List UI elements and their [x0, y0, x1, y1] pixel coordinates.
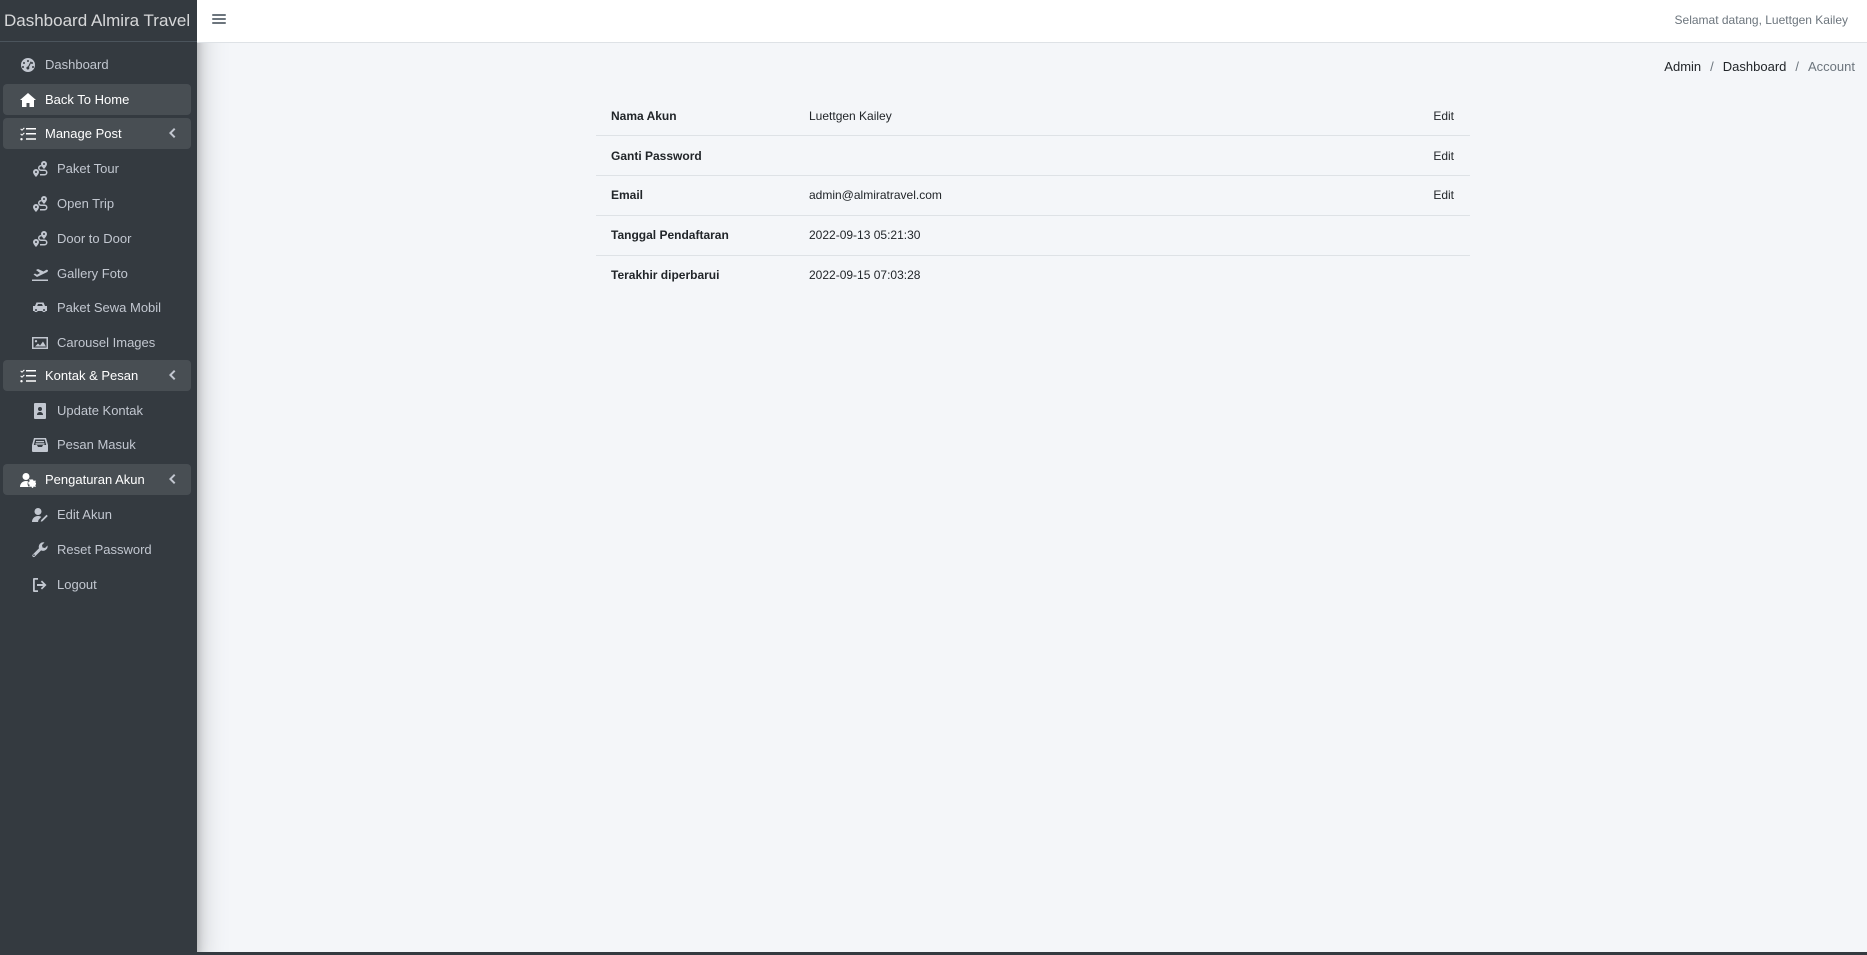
sidebar-item-label: Carousel Images [57, 335, 156, 350]
inbox-icon [30, 435, 50, 455]
table-row: Ganti Password Edit [596, 135, 1470, 177]
chevron-left-icon [165, 368, 179, 382]
row-action-empty [1350, 215, 1470, 256]
sidebar-item-update-kontak[interactable]: Update Kontak [3, 395, 191, 426]
brand-title[interactable]: Dashboard Almira Travel [0, 0, 197, 42]
sidebar-item-label: Pesan Masuk [57, 437, 136, 452]
sidebar-item-reset-password[interactable]: Reset Password [3, 534, 191, 565]
sidebar-item-label: Paket Sewa Mobil [57, 300, 162, 315]
top-navbar: Selamat datang, Luettgen Kailey [197, 0, 1867, 43]
table-row: Terakhir diperbarui 2022-09-15 07:03:28 [596, 255, 1470, 295]
breadcrumb-admin[interactable]: Admin [1664, 59, 1701, 74]
home-icon [18, 90, 38, 110]
row-label: Email [596, 175, 809, 216]
user-edit-icon [30, 505, 50, 525]
row-value: 2022-09-15 07:03:28 [809, 268, 921, 283]
table-row: Email admin@almiratravel.com Edit [596, 175, 1470, 216]
sidebar-item-label: Reset Password [57, 542, 152, 557]
car-icon [30, 298, 50, 318]
table-row: Nama Akun Luettgen Kailey Edit [596, 96, 1470, 137]
sidebar-item-label: Edit Akun [57, 507, 112, 522]
chevron-left-icon [165, 472, 179, 486]
sidebar: Dashboard Almira Travel Dashboard Back T… [0, 0, 197, 952]
user-cog-icon [18, 470, 38, 490]
sidebar-item-label: Pengaturan Akun [45, 472, 145, 487]
image-icon [30, 333, 50, 353]
sidebar-item-door-to-door[interactable]: Door to Door [3, 223, 191, 254]
sidebar-item-label: Gallery Foto [57, 266, 128, 281]
edit-email-link[interactable]: Edit [1433, 188, 1454, 202]
breadcrumb-dashboard[interactable]: Dashboard [1723, 59, 1787, 74]
sidebar-item-label: Back To Home [45, 92, 130, 107]
sidebar-item-logout[interactable]: Logout [3, 569, 191, 600]
sidebar-item-gallery-foto[interactable]: Gallery Foto [3, 258, 191, 289]
row-action-empty [1350, 255, 1470, 295]
breadcrumb: Admin / Dashboard / Account [1664, 59, 1855, 74]
sidebar-item-label: Door to Door [57, 231, 132, 246]
menu-toggle-icon[interactable] [212, 12, 226, 26]
address-book-icon [30, 401, 50, 421]
row-value: admin@almiratravel.com [809, 175, 1350, 216]
sign-out-icon [30, 575, 50, 595]
route-icon [30, 229, 50, 249]
sidebar-item-label: Dashboard [45, 57, 109, 72]
tasks-icon [18, 124, 38, 144]
plane-departure-icon [30, 264, 50, 284]
sidebar-item-label: Logout [57, 577, 97, 592]
edit-password-link[interactable]: Edit [1433, 149, 1454, 163]
breadcrumb-separator: / [1795, 59, 1800, 74]
chevron-left-icon [165, 126, 179, 140]
welcome-text: Selamat datang, Luettgen Kailey [1674, 13, 1848, 27]
sidebar-item-manage-post[interactable]: Manage Post [3, 118, 191, 149]
row-label: Tanggal Pendaftaran [596, 215, 809, 256]
sidebar-item-open-trip[interactable]: Open Trip [3, 188, 191, 219]
account-table: Nama Akun Luettgen Kailey Edit Ganti Pas… [596, 96, 1470, 295]
sidebar-item-dashboard[interactable]: Dashboard [3, 49, 191, 80]
row-label: Ganti Password [596, 135, 809, 177]
sidebar-item-label: Kontak & Pesan [45, 368, 139, 383]
sidebar-item-paket-tour[interactable]: Paket Tour [3, 153, 191, 184]
route-icon [30, 194, 50, 214]
breadcrumb-current: Account [1808, 59, 1855, 74]
sidebar-item-back-to-home[interactable]: Back To Home [3, 84, 191, 115]
table-row: Tanggal Pendaftaran 2022-09-13 05:21:30 [596, 215, 1470, 256]
sidebar-item-label: Manage Post [45, 126, 122, 141]
sidebar-item-label: Open Trip [57, 196, 115, 211]
wrench-icon [30, 540, 50, 560]
sidebar-item-pesan-masuk[interactable]: Pesan Masuk [3, 429, 191, 460]
tachometer-icon [18, 55, 38, 75]
breadcrumb-separator: / [1710, 59, 1714, 74]
route-icon [30, 159, 50, 179]
row-value [809, 135, 1350, 177]
edit-nama-akun-link[interactable]: Edit [1433, 109, 1454, 123]
sidebar-item-label: Paket Tour [57, 161, 119, 176]
sidebar-item-pengaturan-akun[interactable]: Pengaturan Akun [3, 464, 191, 495]
tasks-icon [18, 366, 38, 386]
sidebar-item-kontak-pesan[interactable]: Kontak & Pesan [3, 360, 191, 391]
row-label: Terakhir diperbarui [611, 268, 720, 283]
sidebar-item-label: Update Kontak [57, 403, 144, 418]
row-label: Nama Akun [596, 96, 809, 137]
sidebar-item-edit-akun[interactable]: Edit Akun [3, 499, 191, 530]
row-value: Luettgen Kailey [809, 96, 1350, 137]
row-value: 2022-09-13 05:21:30 [809, 215, 1350, 256]
sidebar-item-carousel-images[interactable]: Carousel Images [3, 327, 191, 358]
sidebar-item-paket-sewa-mobil[interactable]: Paket Sewa Mobil [3, 292, 191, 323]
